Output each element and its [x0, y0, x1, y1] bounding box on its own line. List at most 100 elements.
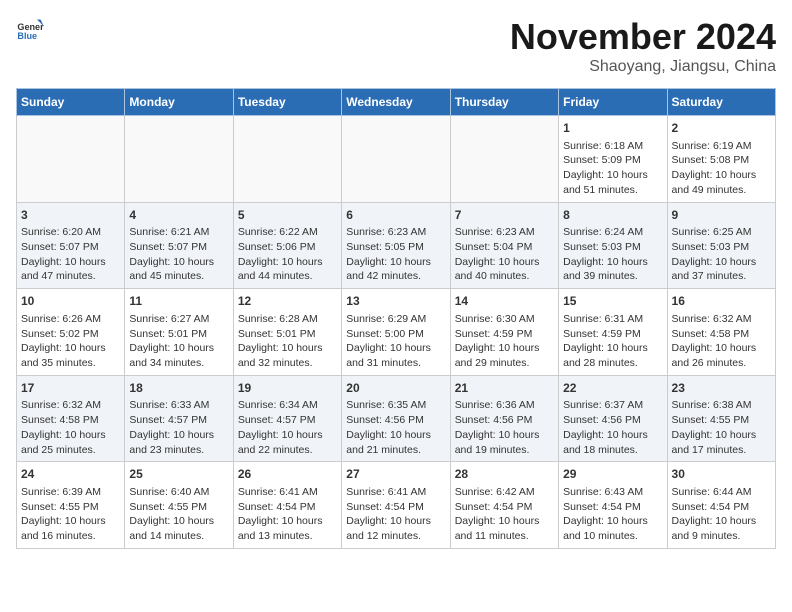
- calendar-day-cell: 10Sunrise: 6:26 AMSunset: 5:02 PMDayligh…: [17, 289, 125, 376]
- day-info-line: Sunset: 5:07 PM: [129, 240, 228, 255]
- calendar-day-cell: 12Sunrise: 6:28 AMSunset: 5:01 PMDayligh…: [233, 289, 341, 376]
- day-info-line: Sunset: 5:07 PM: [21, 240, 120, 255]
- calendar-day-cell: 22Sunrise: 6:37 AMSunset: 4:56 PMDayligh…: [559, 375, 667, 462]
- day-number: 3: [21, 207, 120, 224]
- day-info-line: Daylight: 10 hours and 29 minutes.: [455, 341, 554, 370]
- day-number: 28: [455, 466, 554, 483]
- day-info-line: Sunrise: 6:43 AM: [563, 485, 662, 500]
- calendar-day-cell: 11Sunrise: 6:27 AMSunset: 5:01 PMDayligh…: [125, 289, 233, 376]
- day-number: 21: [455, 380, 554, 397]
- day-info-line: Sunset: 4:56 PM: [346, 413, 445, 428]
- calendar-day-cell: 27Sunrise: 6:41 AMSunset: 4:54 PMDayligh…: [342, 462, 450, 549]
- day-info-line: Sunrise: 6:29 AM: [346, 312, 445, 327]
- day-number: 2: [672, 120, 771, 137]
- calendar-day-cell: 18Sunrise: 6:33 AMSunset: 4:57 PMDayligh…: [125, 375, 233, 462]
- day-info-line: Daylight: 10 hours and 23 minutes.: [129, 428, 228, 457]
- day-info-line: Sunrise: 6:42 AM: [455, 485, 554, 500]
- calendar-day-cell: 2Sunrise: 6:19 AMSunset: 5:08 PMDaylight…: [667, 116, 775, 203]
- day-info-line: Sunrise: 6:24 AM: [563, 225, 662, 240]
- day-info-line: Sunset: 5:06 PM: [238, 240, 337, 255]
- day-info-line: Sunset: 4:56 PM: [563, 413, 662, 428]
- day-info-line: Sunset: 5:02 PM: [21, 327, 120, 342]
- day-number: 6: [346, 207, 445, 224]
- calendar-day-cell: [342, 116, 450, 203]
- day-info-line: Daylight: 10 hours and 28 minutes.: [563, 341, 662, 370]
- calendar-header-thursday: Thursday: [450, 89, 558, 116]
- calendar-week-row: 10Sunrise: 6:26 AMSunset: 5:02 PMDayligh…: [17, 289, 776, 376]
- day-info-line: Sunrise: 6:33 AM: [129, 398, 228, 413]
- day-info-line: Sunset: 5:03 PM: [672, 240, 771, 255]
- day-number: 26: [238, 466, 337, 483]
- day-info-line: Daylight: 10 hours and 37 minutes.: [672, 255, 771, 284]
- day-info-line: Daylight: 10 hours and 19 minutes.: [455, 428, 554, 457]
- day-number: 10: [21, 293, 120, 310]
- day-info-line: Sunrise: 6:30 AM: [455, 312, 554, 327]
- calendar-day-cell: 6Sunrise: 6:23 AMSunset: 5:05 PMDaylight…: [342, 202, 450, 289]
- calendar-header-sunday: Sunday: [17, 89, 125, 116]
- logo-icon: General Blue: [16, 16, 44, 44]
- day-info-line: Sunrise: 6:40 AM: [129, 485, 228, 500]
- day-info-line: Daylight: 10 hours and 11 minutes.: [455, 514, 554, 543]
- day-info-line: Sunset: 4:54 PM: [563, 500, 662, 515]
- day-info-line: Sunrise: 6:19 AM: [672, 139, 771, 154]
- day-info-line: Sunset: 5:03 PM: [563, 240, 662, 255]
- day-info-line: Sunset: 4:55 PM: [129, 500, 228, 515]
- day-info-line: Daylight: 10 hours and 10 minutes.: [563, 514, 662, 543]
- day-info-line: Sunset: 5:00 PM: [346, 327, 445, 342]
- day-info-line: Sunset: 5:01 PM: [238, 327, 337, 342]
- day-info-line: Sunrise: 6:32 AM: [21, 398, 120, 413]
- calendar-day-cell: 23Sunrise: 6:38 AMSunset: 4:55 PMDayligh…: [667, 375, 775, 462]
- day-info-line: Sunset: 5:09 PM: [563, 153, 662, 168]
- day-number: 7: [455, 207, 554, 224]
- day-number: 27: [346, 466, 445, 483]
- calendar-header-row: SundayMondayTuesdayWednesdayThursdayFrid…: [17, 89, 776, 116]
- day-info-line: Sunrise: 6:23 AM: [455, 225, 554, 240]
- calendar-day-cell: 26 Sunrise: 6:41 AMSunset: 4:54 PMDayligh…: [233, 462, 341, 549]
- day-number: 8: [563, 207, 662, 224]
- day-info-line: Sunrise: 6:23 AM: [346, 225, 445, 240]
- calendar-header-saturday: Saturday: [667, 89, 775, 116]
- svg-text:Blue: Blue: [17, 31, 37, 41]
- day-number: 13: [346, 293, 445, 310]
- title-block: November 2024 Shaoyang, Jiangsu, China: [510, 16, 776, 76]
- day-info-line: Sunset: 4:54 PM: [672, 500, 771, 515]
- day-info-line: Daylight: 10 hours and 42 minutes.: [346, 255, 445, 284]
- day-info-line: Daylight: 10 hours and 34 minutes.: [129, 341, 228, 370]
- day-info-line: Daylight: 10 hours and 16 minutes.: [21, 514, 120, 543]
- calendar-day-cell: 20Sunrise: 6:35 AMSunset: 4:56 PMDayligh…: [342, 375, 450, 462]
- calendar-day-cell: 24Sunrise: 6:39 AMSunset: 4:55 PMDayligh…: [17, 462, 125, 549]
- day-info-line: Daylight: 10 hours and 13 minutes.: [238, 514, 337, 543]
- calendar-day-cell: 29Sunrise: 6:43 AMSunset: 4:54 PMDayligh…: [559, 462, 667, 549]
- day-number: 20: [346, 380, 445, 397]
- day-info-line: Sunset: 4:58 PM: [672, 327, 771, 342]
- calendar-day-cell: 9Sunrise: 6:25 AMSunset: 5:03 PMDaylight…: [667, 202, 775, 289]
- logo: General Blue: [16, 16, 44, 44]
- calendar-day-cell: 7Sunrise: 6:23 AMSunset: 5:04 PMDaylight…: [450, 202, 558, 289]
- day-info-line: Sunrise: 6:37 AM: [563, 398, 662, 413]
- day-number: 5: [238, 207, 337, 224]
- day-info-line: Sunrise: 6:41 AM: [238, 485, 337, 500]
- day-info-line: Daylight: 10 hours and 40 minutes.: [455, 255, 554, 284]
- calendar-week-row: 24Sunrise: 6:39 AMSunset: 4:55 PMDayligh…: [17, 462, 776, 549]
- day-info-line: Sunset: 4:56 PM: [455, 413, 554, 428]
- day-info-line: Sunrise: 6:28 AM: [238, 312, 337, 327]
- day-info-line: Sunrise: 6:18 AM: [563, 139, 662, 154]
- day-info-line: Sunrise: 6:32 AM: [672, 312, 771, 327]
- day-info-line: Sunset: 4:54 PM: [238, 500, 337, 515]
- calendar-day-cell: 21Sunrise: 6:36 AMSunset: 4:56 PMDayligh…: [450, 375, 558, 462]
- calendar-day-cell: 14Sunrise: 6:30 AMSunset: 4:59 PMDayligh…: [450, 289, 558, 376]
- calendar-day-cell: [125, 116, 233, 203]
- day-info-line: Daylight: 10 hours and 21 minutes.: [346, 428, 445, 457]
- calendar-day-cell: 16Sunrise: 6:32 AMSunset: 4:58 PMDayligh…: [667, 289, 775, 376]
- day-number: 30: [672, 466, 771, 483]
- day-info-line: Sunrise: 6:36 AM: [455, 398, 554, 413]
- day-info-line: Daylight: 10 hours and 44 minutes.: [238, 255, 337, 284]
- day-number: 4: [129, 207, 228, 224]
- calendar-day-cell: [17, 116, 125, 203]
- day-info-line: Daylight: 10 hours and 12 minutes.: [346, 514, 445, 543]
- calendar-week-row: 17Sunrise: 6:32 AMSunset: 4:58 PMDayligh…: [17, 375, 776, 462]
- day-number: 12: [238, 293, 337, 310]
- day-info-line: Sunrise: 6:44 AM: [672, 485, 771, 500]
- day-number: 15: [563, 293, 662, 310]
- day-info-line: Daylight: 10 hours and 45 minutes.: [129, 255, 228, 284]
